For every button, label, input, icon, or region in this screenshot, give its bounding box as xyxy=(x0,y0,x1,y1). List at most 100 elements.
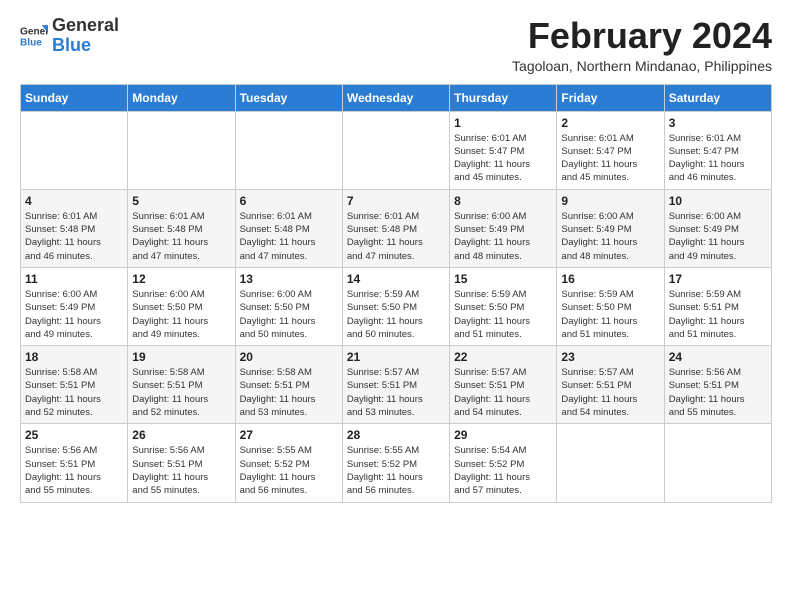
day-number: 2 xyxy=(561,116,659,130)
day-number: 9 xyxy=(561,194,659,208)
day-number: 17 xyxy=(669,272,767,286)
day-number: 13 xyxy=(240,272,338,286)
calendar-cell: 1 Sunrise: 6:01 AM Sunset: 5:47 PM Daylig… xyxy=(450,111,557,189)
day-info: Sunrise: 5:57 AM Sunset: 5:51 PM Dayligh… xyxy=(561,366,659,419)
calendar-cell: 14 Sunrise: 5:59 AM Sunset: 5:50 PM Dayli… xyxy=(342,267,449,345)
day-info: Sunrise: 5:59 AM Sunset: 5:50 PM Dayligh… xyxy=(561,288,659,341)
day-number: 21 xyxy=(347,350,445,364)
location: Tagoloan, Northern Mindanao, Philippines xyxy=(512,58,772,74)
svg-text:General: General xyxy=(20,26,48,37)
day-info: Sunrise: 5:58 AM Sunset: 5:51 PM Dayligh… xyxy=(25,366,123,419)
day-number: 26 xyxy=(132,428,230,442)
day-info: Sunrise: 5:55 AM Sunset: 5:52 PM Dayligh… xyxy=(240,444,338,497)
calendar-cell xyxy=(664,424,771,502)
day-info: Sunrise: 6:01 AM Sunset: 5:47 PM Dayligh… xyxy=(669,132,767,185)
logo: General Blue General Blue xyxy=(20,16,119,56)
day-info: Sunrise: 6:01 AM Sunset: 5:48 PM Dayligh… xyxy=(132,210,230,263)
day-info: Sunrise: 5:55 AM Sunset: 5:52 PM Dayligh… xyxy=(347,444,445,497)
title-block: February 2024 Tagoloan, Northern Mindana… xyxy=(512,16,772,74)
calendar-cell: 20 Sunrise: 5:58 AM Sunset: 5:51 PM Dayli… xyxy=(235,346,342,424)
calendar-table: SundayMondayTuesdayWednesdayThursdayFrid… xyxy=(20,84,772,503)
calendar-cell xyxy=(235,111,342,189)
calendar-header: SundayMondayTuesdayWednesdayThursdayFrid… xyxy=(21,84,772,111)
day-info: Sunrise: 6:00 AM Sunset: 5:49 PM Dayligh… xyxy=(669,210,767,263)
day-info: Sunrise: 6:00 AM Sunset: 5:50 PM Dayligh… xyxy=(132,288,230,341)
day-number: 5 xyxy=(132,194,230,208)
calendar-cell xyxy=(557,424,664,502)
weekday-header-cell: Tuesday xyxy=(235,84,342,111)
weekday-header-cell: Wednesday xyxy=(342,84,449,111)
day-number: 15 xyxy=(454,272,552,286)
month-year: February 2024 xyxy=(512,16,772,56)
day-info: Sunrise: 6:00 AM Sunset: 5:49 PM Dayligh… xyxy=(561,210,659,263)
day-info: Sunrise: 5:57 AM Sunset: 5:51 PM Dayligh… xyxy=(347,366,445,419)
day-number: 3 xyxy=(669,116,767,130)
day-info: Sunrise: 5:57 AM Sunset: 5:51 PM Dayligh… xyxy=(454,366,552,419)
weekday-header-cell: Sunday xyxy=(21,84,128,111)
day-number: 20 xyxy=(240,350,338,364)
calendar-week-row: 25Sunrise: 5:56 AM Sunset: 5:51 PM Dayli… xyxy=(21,424,772,502)
day-info: Sunrise: 5:59 AM Sunset: 5:51 PM Dayligh… xyxy=(669,288,767,341)
calendar-cell: 24Sunrise: 5:56 AM Sunset: 5:51 PM Dayli… xyxy=(664,346,771,424)
calendar-cell: 2Sunrise: 6:01 AM Sunset: 5:47 PM Daylig… xyxy=(557,111,664,189)
day-number: 7 xyxy=(347,194,445,208)
day-info: Sunrise: 6:01 AM Sunset: 5:48 PM Dayligh… xyxy=(25,210,123,263)
calendar-cell xyxy=(21,111,128,189)
calendar-cell: 13 Sunrise: 6:00 AM Sunset: 5:50 PM Dayli… xyxy=(235,267,342,345)
day-info: Sunrise: 5:58 AM Sunset: 5:51 PM Dayligh… xyxy=(132,366,230,419)
day-info: Sunrise: 5:56 AM Sunset: 5:51 PM Dayligh… xyxy=(669,366,767,419)
svg-text:Blue: Blue xyxy=(20,37,42,48)
calendar-cell: 3 Sunrise: 6:01 AM Sunset: 5:47 PM Daylig… xyxy=(664,111,771,189)
day-number: 25 xyxy=(25,428,123,442)
calendar-cell xyxy=(342,111,449,189)
day-number: 1 xyxy=(454,116,552,130)
calendar-cell: 29Sunrise: 5:54 AM Sunset: 5:52 PM Dayli… xyxy=(450,424,557,502)
calendar-cell: 25Sunrise: 5:56 AM Sunset: 5:51 PM Dayli… xyxy=(21,424,128,502)
day-info: Sunrise: 5:59 AM Sunset: 5:50 PM Dayligh… xyxy=(347,288,445,341)
calendar-cell: 26Sunrise: 5:56 AM Sunset: 5:51 PM Dayli… xyxy=(128,424,235,502)
calendar-body: 1 Sunrise: 6:01 AM Sunset: 5:47 PM Daylig… xyxy=(21,111,772,502)
day-number: 18 xyxy=(25,350,123,364)
calendar-cell: 27Sunrise: 5:55 AM Sunset: 5:52 PM Dayli… xyxy=(235,424,342,502)
day-info: Sunrise: 5:58 AM Sunset: 5:51 PM Dayligh… xyxy=(240,366,338,419)
calendar-cell xyxy=(128,111,235,189)
day-info: Sunrise: 6:00 AM Sunset: 5:49 PM Dayligh… xyxy=(454,210,552,263)
weekday-header-cell: Monday xyxy=(128,84,235,111)
calendar-week-row: 1 Sunrise: 6:01 AM Sunset: 5:47 PM Daylig… xyxy=(21,111,772,189)
header: General Blue General Blue February 2024 … xyxy=(20,16,772,74)
calendar-cell: 21 Sunrise: 5:57 AM Sunset: 5:51 PM Dayli… xyxy=(342,346,449,424)
calendar-cell: 5 Sunrise: 6:01 AM Sunset: 5:48 PM Daylig… xyxy=(128,189,235,267)
day-number: 10 xyxy=(669,194,767,208)
calendar-week-row: 18 Sunrise: 5:58 AM Sunset: 5:51 PM Dayli… xyxy=(21,346,772,424)
calendar-cell: 7Sunrise: 6:01 AM Sunset: 5:48 PM Daylig… xyxy=(342,189,449,267)
calendar-cell: 28 Sunrise: 5:55 AM Sunset: 5:52 PM Dayli… xyxy=(342,424,449,502)
day-info: Sunrise: 6:00 AM Sunset: 5:49 PM Dayligh… xyxy=(25,288,123,341)
calendar-cell: 12 Sunrise: 6:00 AM Sunset: 5:50 PM Dayli… xyxy=(128,267,235,345)
day-number: 28 xyxy=(347,428,445,442)
day-info: Sunrise: 6:00 AM Sunset: 5:50 PM Dayligh… xyxy=(240,288,338,341)
calendar-cell: 11 Sunrise: 6:00 AM Sunset: 5:49 PM Dayli… xyxy=(21,267,128,345)
day-number: 29 xyxy=(454,428,552,442)
day-number: 6 xyxy=(240,194,338,208)
day-number: 22 xyxy=(454,350,552,364)
logo-text: General Blue xyxy=(52,16,119,56)
day-number: 19 xyxy=(132,350,230,364)
day-number: 4 xyxy=(25,194,123,208)
logo-icon: General Blue xyxy=(20,22,48,50)
day-number: 16 xyxy=(561,272,659,286)
day-number: 11 xyxy=(25,272,123,286)
calendar-cell: 9 Sunrise: 6:00 AM Sunset: 5:49 PM Daylig… xyxy=(557,189,664,267)
calendar-week-row: 4 Sunrise: 6:01 AM Sunset: 5:48 PM Daylig… xyxy=(21,189,772,267)
weekday-header-cell: Friday xyxy=(557,84,664,111)
day-info: Sunrise: 6:01 AM Sunset: 5:47 PM Dayligh… xyxy=(454,132,552,185)
calendar-cell: 10 Sunrise: 6:00 AM Sunset: 5:49 PM Dayli… xyxy=(664,189,771,267)
calendar-cell: 8Sunrise: 6:00 AM Sunset: 5:49 PM Daylig… xyxy=(450,189,557,267)
day-number: 12 xyxy=(132,272,230,286)
calendar-week-row: 11 Sunrise: 6:00 AM Sunset: 5:49 PM Dayli… xyxy=(21,267,772,345)
calendar-cell: 18 Sunrise: 5:58 AM Sunset: 5:51 PM Dayli… xyxy=(21,346,128,424)
calendar-cell: 22 Sunrise: 5:57 AM Sunset: 5:51 PM Dayli… xyxy=(450,346,557,424)
calendar-cell: 15Sunrise: 5:59 AM Sunset: 5:50 PM Dayli… xyxy=(450,267,557,345)
calendar-cell: 4 Sunrise: 6:01 AM Sunset: 5:48 PM Daylig… xyxy=(21,189,128,267)
day-number: 14 xyxy=(347,272,445,286)
calendar-cell: 19 Sunrise: 5:58 AM Sunset: 5:51 PM Dayli… xyxy=(128,346,235,424)
